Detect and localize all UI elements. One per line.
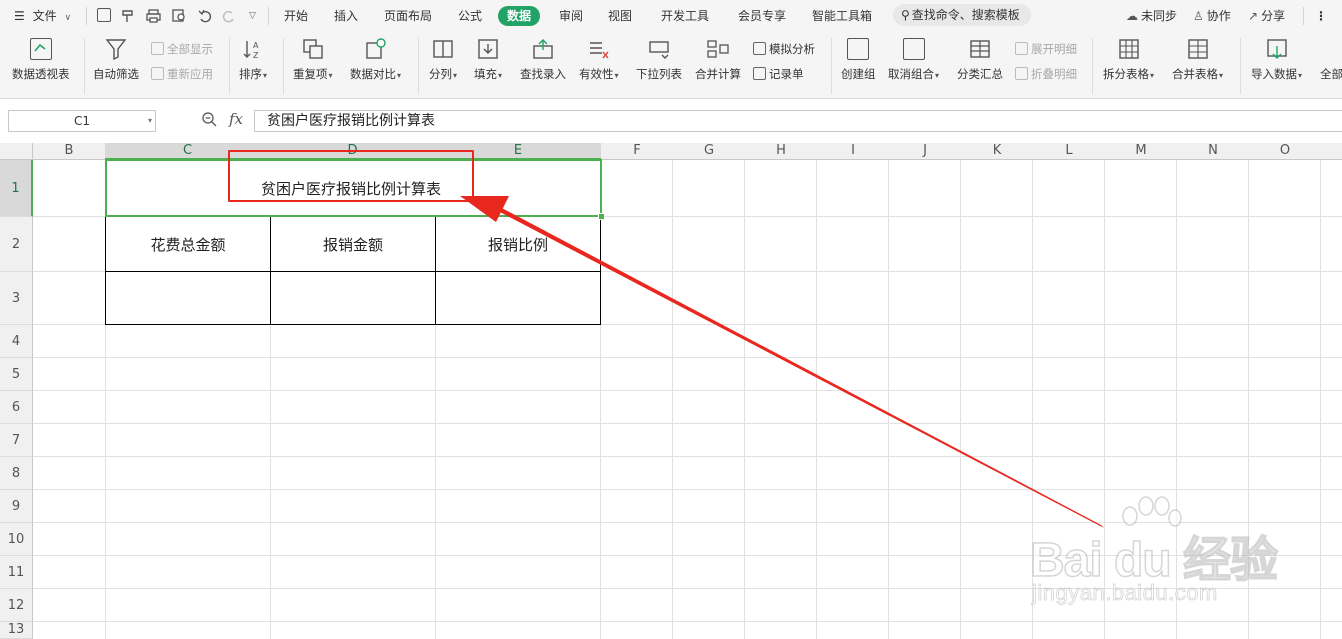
watermark-url: jingyan.baidu.com bbox=[1032, 580, 1218, 606]
baidu-jingyan-watermark: Bai du 经验 jingyan.baidu.com bbox=[1029, 492, 1280, 612]
